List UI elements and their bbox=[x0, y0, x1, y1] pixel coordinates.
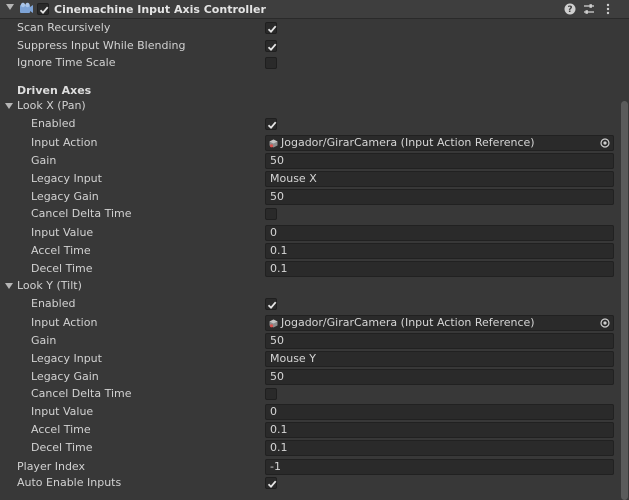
axis-foldout-look-x[interactable]: Look X (Pan) bbox=[0, 97, 620, 115]
scan-recursively-checkbox[interactable] bbox=[265, 22, 277, 34]
input-action-label: Input Action bbox=[31, 136, 98, 149]
axis-foldout-look-y[interactable]: Look Y (Tilt) bbox=[0, 277, 620, 295]
presets-icon[interactable] bbox=[583, 3, 595, 15]
legacy-gain-field[interactable]: 50 bbox=[265, 189, 614, 205]
legacy-gain-label: Legacy Gain bbox=[31, 370, 99, 383]
cinemachine-component-icon bbox=[20, 2, 33, 13]
kebab-menu-icon[interactable] bbox=[602, 3, 614, 15]
input-action-object-field[interactable]: Jogador/GirarCamera (Input Action Refere… bbox=[265, 135, 614, 151]
legacy-input-label: Legacy Input bbox=[31, 352, 102, 365]
look-x-legacy-input-row: Legacy Input Mouse X bbox=[0, 170, 620, 188]
look-x-decel-row: Decel Time 0.1 bbox=[0, 260, 620, 278]
auto-enable-inputs-label: Auto Enable Inputs bbox=[17, 476, 122, 489]
accel-time-label: Accel Time bbox=[31, 423, 91, 436]
suppress-input-label: Suppress Input While Blending bbox=[17, 39, 186, 52]
look-x-input-value-row: Input Value 0 bbox=[0, 224, 620, 242]
gain-label: Gain bbox=[31, 334, 57, 347]
help-icon[interactable]: ? bbox=[564, 3, 576, 15]
legacy-input-field[interactable]: Mouse Y bbox=[265, 351, 614, 367]
gain-field[interactable]: 50 bbox=[265, 153, 614, 169]
gain-field[interactable]: 50 bbox=[265, 333, 614, 349]
look-y-enabled-row: Enabled bbox=[0, 295, 620, 313]
look-y-decel-row: Decel Time 0.1 bbox=[0, 439, 620, 457]
cancel-delta-time-checkbox[interactable] bbox=[265, 208, 277, 220]
decel-time-field[interactable]: 0.1 bbox=[265, 261, 614, 277]
input-action-value: Jogador/GirarCamera (Input Action Refere… bbox=[281, 316, 535, 329]
enabled-checkbox[interactable] bbox=[265, 118, 277, 130]
decel-time-label: Decel Time bbox=[31, 262, 93, 275]
scrollbar-thumb[interactable] bbox=[621, 101, 628, 500]
input-action-label: Input Action bbox=[31, 316, 98, 329]
enabled-checkbox[interactable] bbox=[265, 298, 277, 310]
accel-time-field[interactable]: 0.1 bbox=[265, 422, 614, 438]
auto-enable-inputs-row: Auto Enable Inputs bbox=[0, 474, 620, 492]
legacy-gain-label: Legacy Gain bbox=[31, 190, 99, 203]
look-y-input-action-row: Input Action Jogador/GirarCamera (Input … bbox=[0, 314, 620, 332]
look-y-legacy-gain-row: Legacy Gain 50 bbox=[0, 368, 620, 386]
accel-time-label: Accel Time bbox=[31, 244, 91, 257]
ignore-time-scale-checkbox[interactable] bbox=[265, 57, 277, 69]
accel-time-field[interactable]: 0.1 bbox=[265, 243, 614, 259]
auto-enable-inputs-checkbox[interactable] bbox=[265, 477, 277, 489]
svg-text:?: ? bbox=[567, 5, 572, 15]
input-value-field[interactable]: 0 bbox=[265, 225, 614, 241]
look-x-cancel-delta-row: Cancel Delta Time bbox=[0, 205, 620, 223]
ignore-time-scale-label: Ignore Time Scale bbox=[17, 56, 116, 69]
scan-recursively-row: Scan Recursively bbox=[0, 19, 620, 37]
foldout-arrow-icon[interactable] bbox=[5, 103, 13, 109]
decel-time-field[interactable]: 0.1 bbox=[265, 440, 614, 456]
look-x-accel-row: Accel Time 0.1 bbox=[0, 242, 620, 260]
component-title: Cinemachine Input Axis Controller bbox=[54, 3, 266, 16]
look-y-accel-row: Accel Time 0.1 bbox=[0, 421, 620, 439]
look-y-input-value-row: Input Value 0 bbox=[0, 403, 620, 421]
enabled-label: Enabled bbox=[31, 297, 76, 310]
look-y-gain-row: Gain 50 bbox=[0, 332, 620, 350]
legacy-input-label: Legacy Input bbox=[31, 172, 102, 185]
cancel-delta-time-label: Cancel Delta Time bbox=[31, 207, 132, 220]
foldout-arrow-icon[interactable] bbox=[6, 4, 14, 10]
input-value-label: Input Value bbox=[31, 405, 94, 418]
suppress-input-row: Suppress Input While Blending bbox=[0, 37, 620, 55]
player-index-field[interactable]: -1 bbox=[265, 459, 614, 475]
gain-label: Gain bbox=[31, 154, 57, 167]
input-action-object-field[interactable]: Jogador/GirarCamera (Input Action Refere… bbox=[265, 315, 614, 331]
decel-time-label: Decel Time bbox=[31, 441, 93, 454]
component-header: Cinemachine Input Axis Controller ? bbox=[0, 0, 629, 19]
input-value-label: Input Value bbox=[31, 226, 94, 239]
legacy-input-field[interactable]: Mouse X bbox=[265, 171, 614, 187]
axis-name: Look X (Pan) bbox=[17, 99, 86, 112]
axis-name: Look Y (Tilt) bbox=[17, 279, 82, 292]
look-x-legacy-gain-row: Legacy Gain 50 bbox=[0, 188, 620, 206]
cancel-delta-time-label: Cancel Delta Time bbox=[31, 387, 132, 400]
input-action-asset-icon bbox=[269, 139, 278, 148]
component-enabled-checkbox[interactable] bbox=[37, 3, 49, 15]
suppress-input-checkbox[interactable] bbox=[265, 40, 277, 52]
look-x-gain-row: Gain 50 bbox=[0, 152, 620, 170]
player-index-label: Player Index bbox=[17, 460, 86, 473]
object-picker-icon[interactable] bbox=[600, 318, 610, 328]
look-x-input-action-row: Input Action Jogador/GirarCamera (Input … bbox=[0, 134, 620, 152]
input-value-field[interactable]: 0 bbox=[265, 404, 614, 420]
cancel-delta-time-checkbox[interactable] bbox=[265, 388, 277, 400]
driven-axes-header: Driven Axes bbox=[17, 84, 92, 97]
look-y-legacy-input-row: Legacy Input Mouse Y bbox=[0, 350, 620, 368]
look-x-enabled-row: Enabled bbox=[0, 115, 620, 133]
enabled-label: Enabled bbox=[31, 117, 76, 130]
input-action-asset-icon bbox=[269, 319, 278, 328]
scan-recursively-label: Scan Recursively bbox=[17, 21, 111, 34]
input-action-value: Jogador/GirarCamera (Input Action Refere… bbox=[281, 136, 535, 149]
foldout-arrow-icon[interactable] bbox=[5, 283, 13, 289]
ignore-time-scale-row: Ignore Time Scale bbox=[0, 54, 620, 72]
look-y-cancel-delta-row: Cancel Delta Time bbox=[0, 385, 620, 403]
legacy-gain-field[interactable]: 50 bbox=[265, 369, 614, 385]
object-picker-icon[interactable] bbox=[600, 138, 610, 148]
